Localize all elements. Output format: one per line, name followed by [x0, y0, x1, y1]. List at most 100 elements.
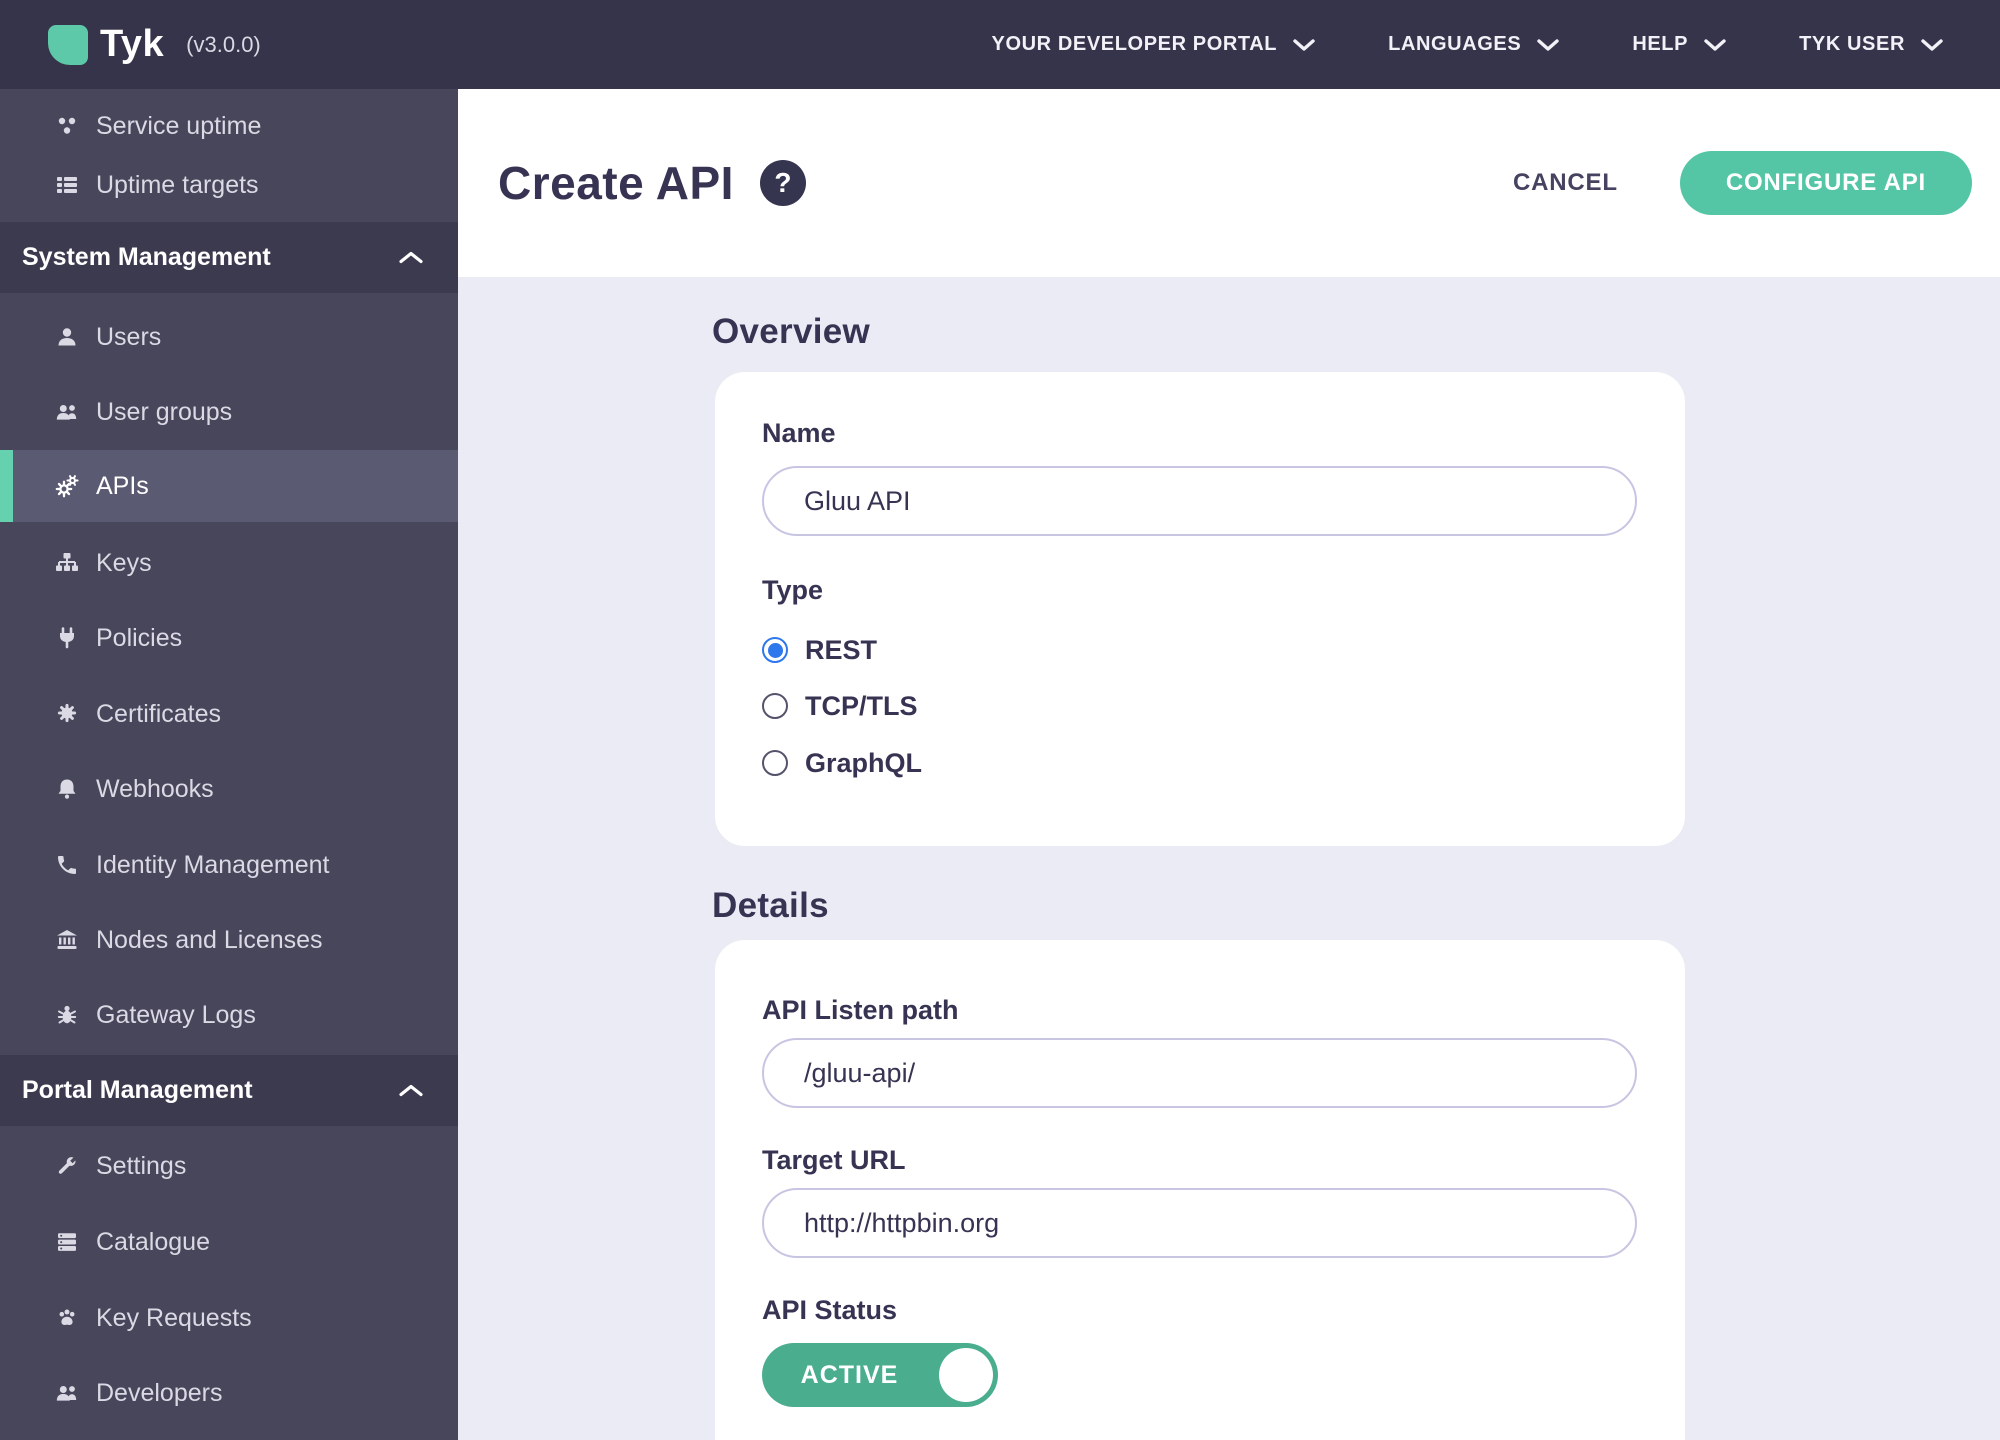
- sidebar-item-label: Key Requests: [96, 1303, 252, 1332]
- sidebar-item-label: Nodes and Licenses: [96, 925, 323, 954]
- sidebar: Service uptime Uptime targets System Man…: [0, 89, 458, 1440]
- api-status-label: API Status: [762, 1295, 898, 1325]
- list-icon: [52, 173, 82, 197]
- configure-api-button[interactable]: CONFIGURE API: [1679, 151, 1972, 215]
- chevron-down-icon: [1703, 38, 1727, 52]
- tyk-logo[interactable]: Tyk (v3.0.0): [48, 23, 261, 66]
- cluster-icon: [52, 114, 82, 138]
- sidebar-item-settings[interactable]: Settings: [0, 1134, 458, 1198]
- phone-icon: [52, 853, 82, 877]
- radio-label: TCP/TLS: [805, 690, 918, 721]
- details-heading: Details: [712, 886, 829, 925]
- sidebar-item-label: Keys: [96, 548, 152, 577]
- sidebar-item-label: Certificates: [96, 699, 222, 728]
- radio-unselected-icon: [762, 750, 788, 776]
- sidebar-item-webhooks[interactable]: Webhooks: [0, 757, 458, 821]
- sidebar-section-system-management[interactable]: System Management: [0, 222, 458, 293]
- menu-label: YOUR DEVELOPER PORTAL: [991, 33, 1278, 55]
- certificate-icon: [52, 702, 82, 726]
- sidebar-item-key-requests[interactable]: Key Requests: [0, 1286, 458, 1350]
- sidebar-item-label: Users: [96, 322, 162, 351]
- bell-icon: [52, 777, 82, 801]
- toggle-state-label: ACTIVE: [800, 1360, 899, 1389]
- sidebar-item-label: Uptime targets: [96, 170, 259, 199]
- radio-tcp-tls[interactable]: TCP/TLS: [762, 688, 918, 724]
- sidebar-item-label: Service uptime: [96, 111, 262, 140]
- paw-icon: [52, 1306, 82, 1330]
- sidebar-item-apis[interactable]: APIs: [0, 450, 458, 522]
- menu-tyk-user[interactable]: TYK USER: [1799, 33, 1944, 56]
- sidebar-item-users[interactable]: Users: [0, 305, 458, 369]
- menu-label: HELP: [1632, 33, 1689, 55]
- user-group-icon: [52, 1381, 82, 1405]
- page: Tyk (v3.0.0) YOUR DEVELOPER PORTAL LANGU…: [0, 0, 2000, 1440]
- sidebar-item-identity-management[interactable]: Identity Management: [0, 833, 458, 897]
- page-title: Create API: [498, 157, 734, 209]
- api-status-toggle[interactable]: ACTIVE: [762, 1343, 998, 1407]
- tyk-logo-icon: [48, 24, 88, 65]
- overview-heading: Overview: [712, 312, 871, 351]
- sitemap-icon: [52, 551, 82, 575]
- chevron-down-icon: [1292, 38, 1316, 52]
- radio-label: REST: [805, 634, 878, 665]
- sidebar-section-portal-management[interactable]: Portal Management: [0, 1055, 458, 1126]
- sidebar-item-keys[interactable]: Keys: [0, 531, 458, 595]
- radio-selected-icon: [762, 637, 788, 663]
- topbar-menus: YOUR DEVELOPER PORTAL LANGUAGES HELP TYK…: [992, 33, 1944, 56]
- sidebar-item-developers[interactable]: Developers: [0, 1361, 458, 1425]
- sidebar-item-label: Catalogue: [96, 1227, 210, 1256]
- chevron-down-icon: [1536, 38, 1560, 52]
- topbar: Tyk (v3.0.0) YOUR DEVELOPER PORTAL LANGU…: [0, 0, 2000, 89]
- sidebar-item-catalogue[interactable]: Catalogue: [0, 1210, 458, 1274]
- sidebar-item-gateway-logs[interactable]: Gateway Logs: [0, 983, 458, 1047]
- sidebar-item-label: Developers: [96, 1378, 223, 1407]
- page-header: Create API ? CANCEL CONFIGURE API: [458, 89, 2000, 277]
- chevron-up-icon: [398, 250, 424, 265]
- sidebar-item-nodes-and-licenses[interactable]: Nodes and Licenses: [0, 908, 458, 972]
- sidebar-item-label: APIs: [96, 471, 149, 500]
- radio-graphql[interactable]: GraphQL: [762, 745, 922, 781]
- sidebar-item-label: Settings: [96, 1151, 187, 1180]
- sidebar-item-user-groups[interactable]: User groups: [0, 380, 458, 444]
- sidebar-item-uptime-targets[interactable]: Uptime targets: [0, 153, 458, 217]
- help-icon[interactable]: ?: [759, 160, 806, 206]
- radio-rest[interactable]: REST: [762, 632, 877, 668]
- gears-icon: [52, 474, 82, 498]
- sidebar-item-label: Identity Management: [96, 850, 330, 879]
- server-stack-icon: [52, 1230, 82, 1254]
- cancel-button[interactable]: CANCEL: [1513, 169, 1618, 197]
- brand-name: Tyk: [100, 23, 165, 65]
- overview-card: Name Type REST TCP/TLS GraphQL: [715, 372, 1685, 846]
- radio-label: GraphQL: [805, 747, 923, 778]
- api-listen-path-label: API Listen path: [762, 995, 959, 1025]
- user-icon: [52, 325, 82, 349]
- sidebar-item-label: Webhooks: [96, 774, 214, 803]
- details-card: API Listen path Target URL API Status AC…: [715, 940, 1685, 1440]
- bug-icon: [52, 1003, 82, 1027]
- sidebar-item-service-uptime[interactable]: Service uptime: [0, 94, 458, 158]
- name-label: Name: [762, 418, 836, 448]
- menu-help[interactable]: HELP: [1632, 33, 1727, 56]
- target-url-label: Target URL: [762, 1145, 906, 1175]
- wrench-icon: [52, 1154, 82, 1178]
- menu-label: LANGUAGES: [1388, 33, 1522, 55]
- sidebar-item-label: User groups: [96, 397, 233, 426]
- bank-icon: [52, 928, 82, 952]
- sidebar-item-certificates[interactable]: Certificates: [0, 682, 458, 746]
- sidebar-item-label: Policies: [96, 623, 183, 652]
- menu-label: TYK USER: [1799, 33, 1905, 55]
- menu-languages[interactable]: LANGUAGES: [1388, 33, 1560, 56]
- sidebar-item-policies[interactable]: Policies: [0, 606, 458, 670]
- radio-unselected-icon: [762, 693, 788, 719]
- menu-developer-portal[interactable]: YOUR DEVELOPER PORTAL: [992, 33, 1317, 56]
- active-indicator: [0, 450, 13, 522]
- sidebar-section-label: System Management: [22, 243, 271, 271]
- chevron-up-icon: [398, 1083, 424, 1098]
- api-name-input[interactable]: [762, 466, 1637, 536]
- api-listen-path-input[interactable]: [762, 1038, 1637, 1108]
- sidebar-item-label: Gateway Logs: [96, 1000, 256, 1029]
- toggle-knob[interactable]: [939, 1348, 993, 1402]
- chevron-down-icon: [1920, 38, 1944, 52]
- target-url-input[interactable]: [762, 1188, 1637, 1258]
- user-group-icon: [52, 400, 82, 424]
